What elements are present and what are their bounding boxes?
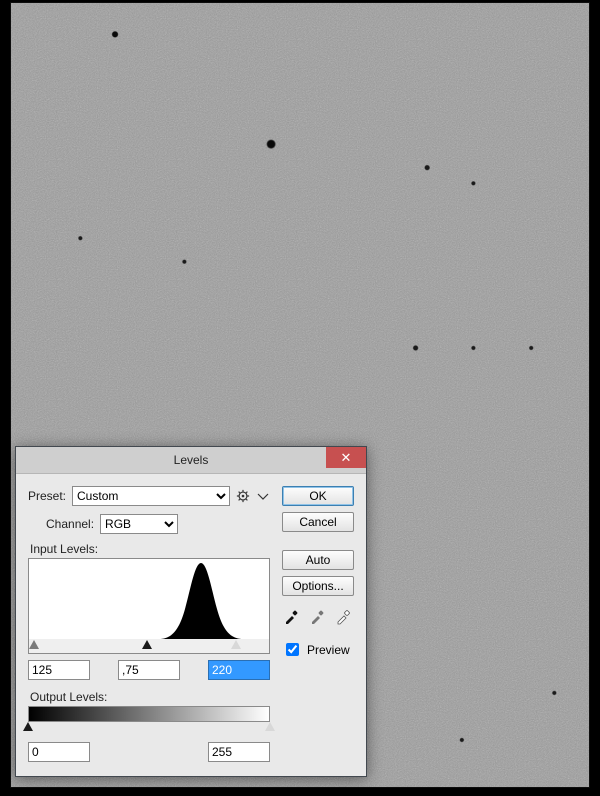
output-white-field[interactable] <box>208 742 270 762</box>
output-gradient <box>28 706 270 722</box>
preset-flyout-icon[interactable] <box>256 489 270 503</box>
channel-select[interactable]: RGB <box>100 514 178 534</box>
output-levels-label: Output Levels: <box>30 690 270 704</box>
preview-checkbox-row[interactable]: Preview <box>282 640 354 659</box>
options-button[interactable]: Options... <box>282 576 354 596</box>
preset-select[interactable]: Custom <box>72 486 230 506</box>
output-slider-track[interactable] <box>28 722 270 736</box>
input-gamma-handle[interactable] <box>29 640 39 649</box>
preview-label: Preview <box>307 643 350 657</box>
input-slider-track[interactable] <box>28 639 270 654</box>
close-icon: ✕ <box>341 451 352 464</box>
black-eyedropper-icon[interactable] <box>282 608 300 626</box>
preset-label: Preset: <box>28 489 66 503</box>
close-button[interactable]: ✕ <box>326 447 366 468</box>
preset-menu-icon[interactable] <box>236 489 250 503</box>
input-white-handle[interactable] <box>231 640 241 649</box>
histogram <box>28 558 270 640</box>
dialog-titlebar[interactable]: Levels ✕ <box>16 447 366 474</box>
input-black-handle[interactable] <box>142 640 152 649</box>
output-black-handle[interactable] <box>23 722 33 731</box>
output-white-handle[interactable] <box>265 722 275 731</box>
output-black-field[interactable] <box>28 742 90 762</box>
preview-checkbox[interactable] <box>286 643 299 656</box>
levels-dialog: Levels ✕ Preset: Custom Channel: <box>15 446 367 777</box>
channel-label: Channel: <box>46 517 94 531</box>
input-gamma-field[interactable] <box>118 660 180 680</box>
gray-eyedropper-icon[interactable] <box>308 608 326 626</box>
input-levels-label: Input Levels: <box>30 542 270 556</box>
ok-button[interactable]: OK <box>282 486 354 506</box>
cancel-button[interactable]: Cancel <box>282 512 354 532</box>
white-eyedropper-icon[interactable] <box>334 608 352 626</box>
dialog-title: Levels <box>16 453 366 467</box>
input-white-field[interactable] <box>208 660 270 680</box>
auto-button[interactable]: Auto <box>282 550 354 570</box>
input-black-field[interactable] <box>28 660 90 680</box>
